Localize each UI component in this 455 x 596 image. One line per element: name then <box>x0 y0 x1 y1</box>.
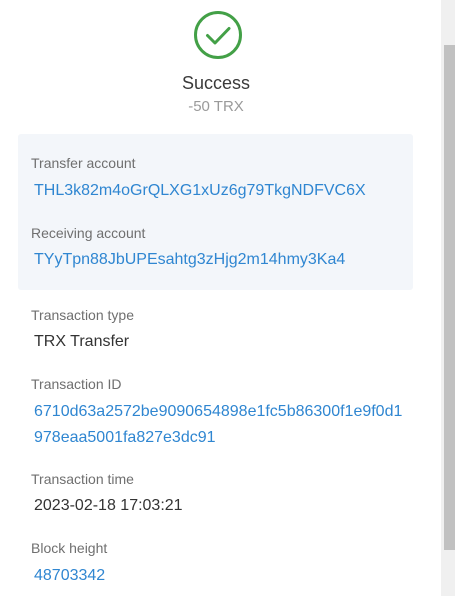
check-circle-icon <box>194 11 242 59</box>
scrollbar-thumb[interactable] <box>444 45 455 550</box>
block-height-link[interactable]: 48703342 <box>34 567 105 585</box>
transaction-id-link[interactable]: 6710d63a2572be9090654898e1fc5b86300f1e9f… <box>34 399 406 451</box>
transfer-account-label: Transfer account <box>31 155 136 171</box>
transaction-amount: -50 TRX <box>188 98 244 115</box>
block-height-label: Block height <box>31 540 108 556</box>
transaction-time-value: 2023-02-18 17:03:21 <box>34 497 183 514</box>
transaction-type-value: TRX Transfer <box>34 333 130 350</box>
transaction-id-label: Transaction ID <box>31 376 122 392</box>
receiving-account-label: Receiving account <box>31 225 146 241</box>
receiving-account-link[interactable]: TYyTpn88JbUPEsahtg3zHjg2m14hmy3Ka4 <box>34 251 345 269</box>
transfer-account-link[interactable]: THL3k82m4oGrQLXG1xUz6g79TkgNDFVC6X <box>34 182 366 200</box>
transaction-details-page: Success -50 TRX Transfer account THL3k82… <box>0 0 432 596</box>
status-title: Success <box>181 73 251 93</box>
transaction-time-label: Transaction time <box>31 471 134 487</box>
transaction-type-label: Transaction type <box>31 307 134 323</box>
